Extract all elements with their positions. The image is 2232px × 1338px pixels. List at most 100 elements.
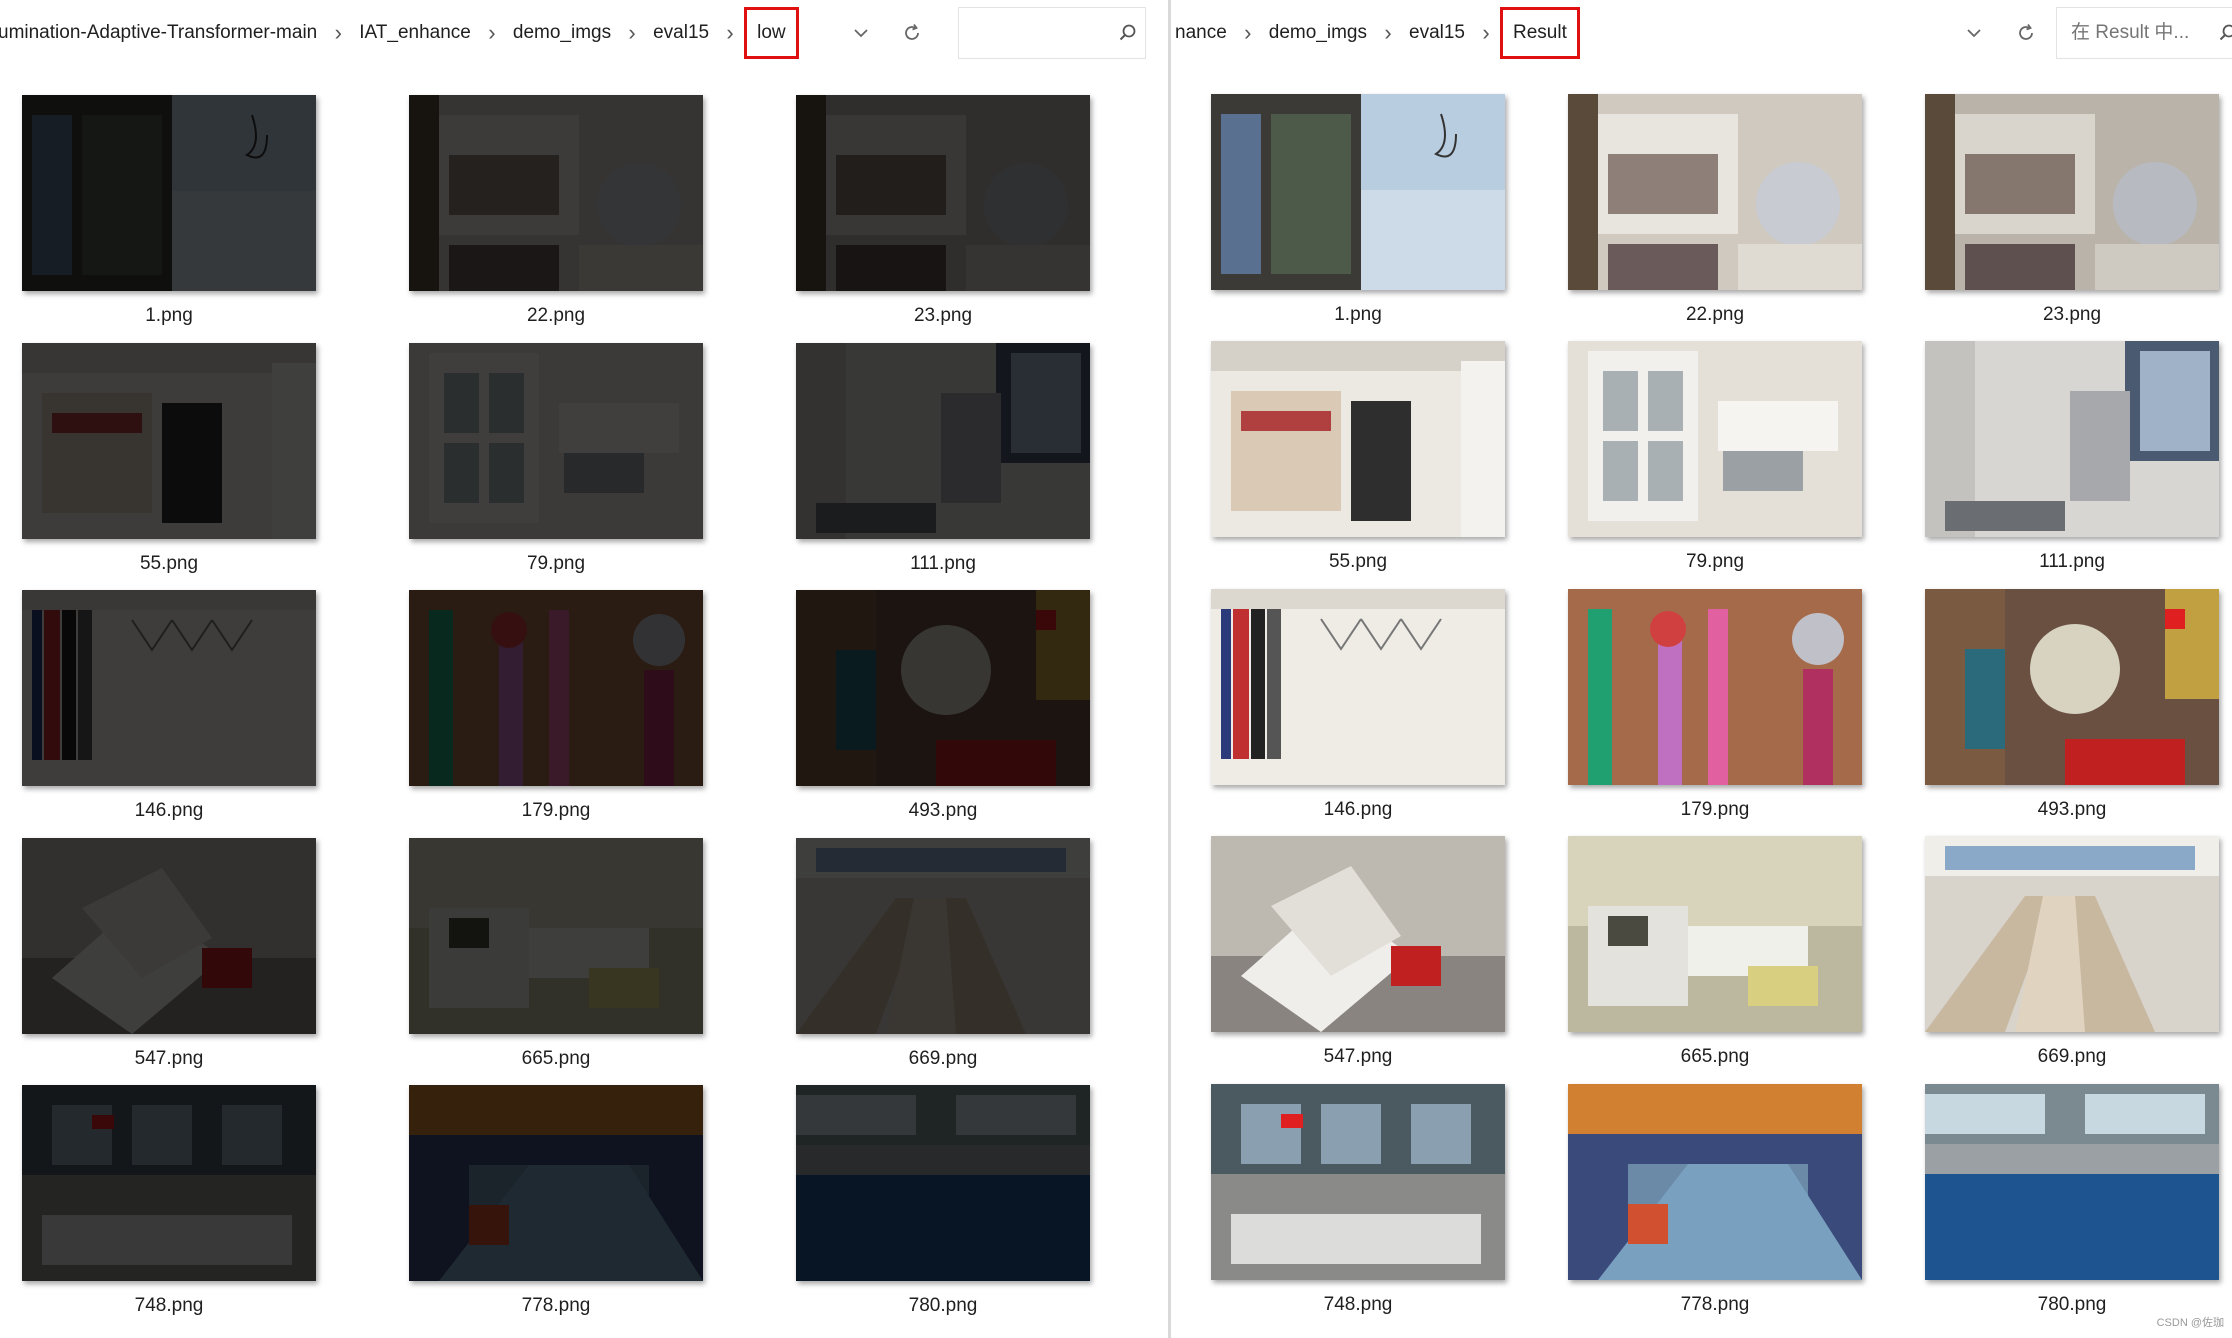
file-item[interactable]: 146.png	[1211, 589, 1505, 821]
file-item[interactable]: 22.png	[409, 95, 703, 327]
search-input[interactable]	[959, 21, 1111, 45]
file-item[interactable]: 111.png	[796, 343, 1090, 575]
image-thumbnail[interactable]	[409, 590, 703, 786]
file-item[interactable]: 55.png	[22, 343, 316, 575]
image-thumbnail[interactable]	[22, 343, 316, 539]
chevron-right-icon[interactable]: ›	[1231, 20, 1265, 46]
image-thumbnail[interactable]	[796, 343, 1090, 539]
file-item[interactable]: 23.png	[796, 95, 1090, 327]
file-name: 146.png	[1323, 799, 1393, 820]
chevron-down-icon[interactable]	[1959, 18, 1989, 48]
image-thumbnail[interactable]	[1925, 341, 2219, 537]
image-thumbnail[interactable]	[796, 95, 1090, 291]
file-item[interactable]: 669.png	[1925, 836, 2219, 1068]
image-thumbnail[interactable]	[1211, 836, 1505, 1032]
file-name: 780.png	[2037, 1294, 2107, 1315]
image-thumbnail[interactable]	[22, 838, 316, 1034]
file-item[interactable]: 179.png	[1568, 589, 1862, 821]
file-item[interactable]: 22.png	[1568, 94, 1862, 326]
chevron-right-icon[interactable]: ›	[321, 20, 355, 46]
folder-pane-low: umination-Adaptive-Transformer-main › IAT_…	[0, 0, 1168, 1338]
image-thumbnail[interactable]	[1925, 836, 2219, 1032]
file-item[interactable]: 111.png	[1925, 341, 2219, 573]
chevron-down-icon[interactable]	[846, 18, 876, 48]
file-item[interactable]: 665.png	[409, 838, 703, 1070]
file-name: 748.png	[1323, 1294, 1393, 1315]
search-icon[interactable]	[2211, 23, 2232, 43]
chevron-right-icon[interactable]: ›	[713, 20, 747, 46]
breadcrumb-item[interactable]: demo_imgs	[1265, 22, 1371, 44]
image-thumbnail[interactable]	[796, 838, 1090, 1034]
image-thumbnail[interactable]	[796, 590, 1090, 786]
search-input[interactable]	[2057, 21, 2211, 45]
breadcrumb-item[interactable]: umination-Adaptive-Transformer-main	[0, 22, 321, 44]
file-item[interactable]: 780.png	[1925, 1084, 2219, 1316]
file-item[interactable]: 547.png	[1211, 836, 1505, 1068]
image-thumbnail[interactable]	[22, 95, 316, 291]
image-thumbnail[interactable]	[409, 1085, 703, 1281]
image-thumbnail[interactable]	[409, 838, 703, 1034]
file-item[interactable]: 179.png	[409, 590, 703, 822]
file-item[interactable]: 79.png	[409, 343, 703, 575]
file-item[interactable]: 748.png	[22, 1085, 316, 1317]
image-thumbnail[interactable]	[409, 343, 703, 539]
image-thumbnail[interactable]	[1568, 836, 1862, 1032]
file-item[interactable]: 146.png	[22, 590, 316, 822]
file-name: 665.png	[521, 1048, 591, 1069]
file-item[interactable]: 1.png	[1211, 94, 1505, 326]
file-name: 493.png	[2037, 799, 2107, 820]
refresh-icon[interactable]	[2011, 18, 2041, 48]
file-item[interactable]: 665.png	[1568, 836, 1862, 1068]
image-thumbnail[interactable]	[1925, 589, 2219, 785]
breadcrumb-item[interactable]: eval15	[649, 22, 713, 44]
breadcrumb-item[interactable]: IAT_enhance	[355, 22, 475, 44]
file-item[interactable]: 55.png	[1211, 341, 1505, 573]
file-name: 669.png	[908, 1048, 978, 1069]
image-thumbnail[interactable]	[796, 1085, 1090, 1281]
image-thumbnail[interactable]	[1568, 341, 1862, 537]
image-thumbnail[interactable]	[409, 95, 703, 291]
image-thumbnail[interactable]	[1925, 94, 2219, 290]
chevron-right-icon[interactable]: ›	[615, 20, 649, 46]
breadcrumb: nance › demo_imgs › eval15 › Result	[1171, 0, 1580, 66]
image-thumbnail[interactable]	[1568, 589, 1862, 785]
image-thumbnail[interactable]	[1211, 1084, 1505, 1280]
search-field[interactable]	[958, 7, 1146, 59]
breadcrumb-item[interactable]: demo_imgs	[509, 22, 615, 44]
refresh-icon[interactable]	[897, 18, 927, 48]
image-thumbnail[interactable]	[1211, 589, 1505, 785]
file-name: 547.png	[1323, 1046, 1393, 1067]
breadcrumb-item[interactable]: Result	[1500, 7, 1580, 59]
file-item[interactable]: 547.png	[22, 838, 316, 1070]
image-thumbnail[interactable]	[1211, 94, 1505, 290]
file-item[interactable]: 778.png	[1568, 1084, 1862, 1316]
image-thumbnail[interactable]	[1568, 94, 1862, 290]
file-name: 79.png	[526, 553, 586, 574]
image-thumbnail[interactable]	[1211, 341, 1505, 537]
breadcrumb-item[interactable]: low	[744, 7, 799, 59]
file-item[interactable]: 669.png	[796, 838, 1090, 1070]
file-name: 179.png	[1680, 799, 1750, 820]
image-thumbnail[interactable]	[1568, 1084, 1862, 1280]
image-thumbnail[interactable]	[22, 1085, 316, 1281]
file-item[interactable]: 1.png	[22, 95, 316, 327]
file-item[interactable]: 23.png	[1925, 94, 2219, 326]
file-item[interactable]: 748.png	[1211, 1084, 1505, 1316]
file-item[interactable]: 778.png	[409, 1085, 703, 1317]
chevron-right-icon[interactable]: ›	[475, 20, 509, 46]
file-item[interactable]: 79.png	[1568, 341, 1862, 573]
breadcrumb-item[interactable]: eval15	[1405, 22, 1469, 44]
image-thumbnail[interactable]	[1925, 1084, 2219, 1280]
file-name: 23.png	[2042, 304, 2102, 325]
search-icon[interactable]	[1111, 23, 1145, 43]
search-field[interactable]	[2056, 7, 2232, 59]
file-item[interactable]: 493.png	[1925, 589, 2219, 821]
file-name: 1.png	[1334, 304, 1382, 325]
file-item[interactable]: 780.png	[796, 1085, 1090, 1317]
chevron-right-icon[interactable]: ›	[1371, 20, 1405, 46]
breadcrumb-item[interactable]: nance	[1171, 22, 1231, 44]
file-item[interactable]: 493.png	[796, 590, 1090, 822]
image-thumbnail[interactable]	[22, 590, 316, 786]
chevron-right-icon[interactable]: ›	[1469, 20, 1503, 46]
file-name: 778.png	[1680, 1294, 1750, 1315]
